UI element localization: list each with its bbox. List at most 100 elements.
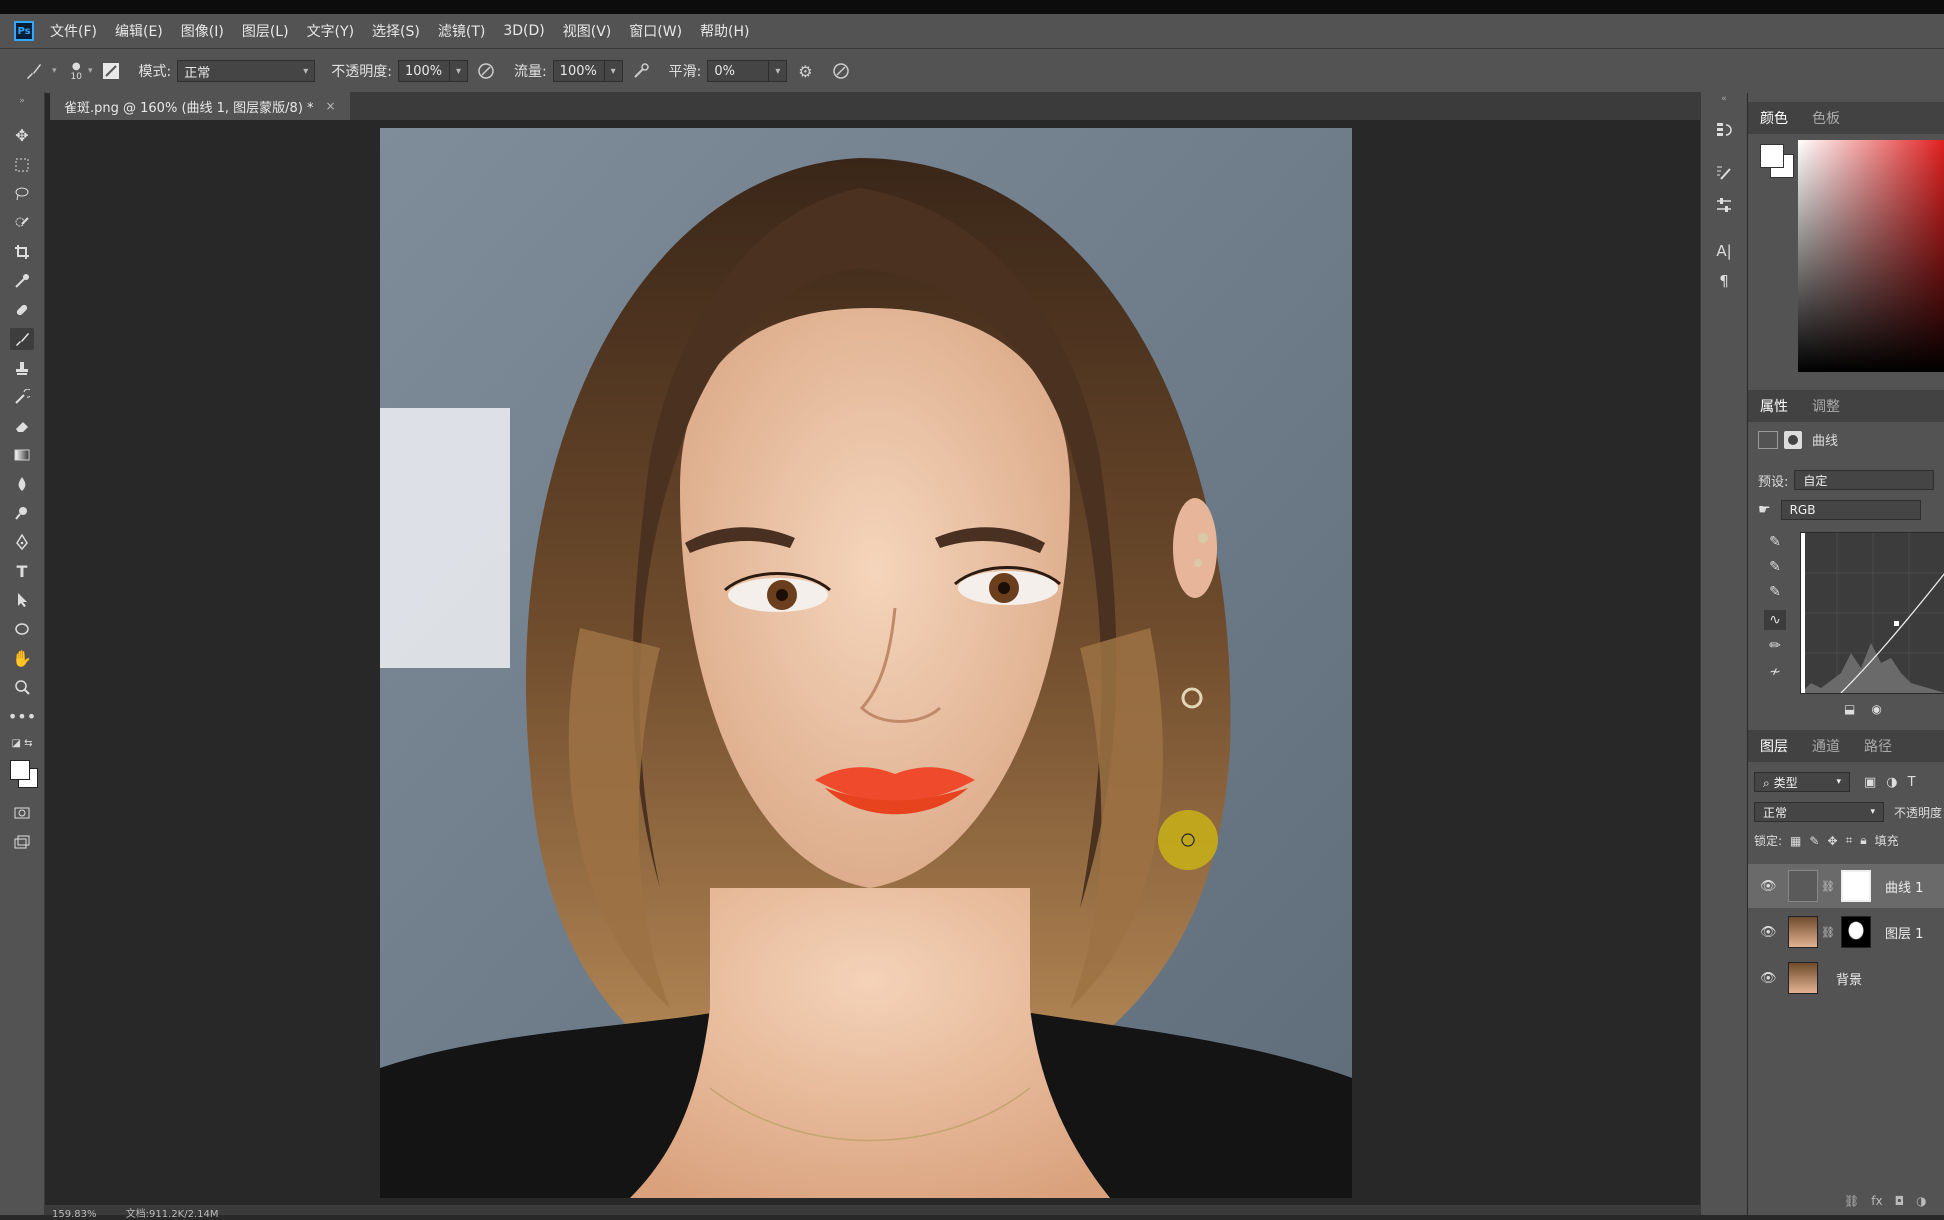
smooth-curve-icon[interactable]: ≁ bbox=[1764, 662, 1786, 682]
dodge-tool-icon[interactable] bbox=[10, 502, 34, 524]
layer-row-background[interactable]: 👁︎ 背景 bbox=[1748, 956, 1944, 1000]
collapse-icon[interactable]: » bbox=[10, 96, 34, 106]
filter-type-icon[interactable]: T bbox=[1908, 775, 1916, 790]
black-point-eyedropper-icon[interactable]: ✎ bbox=[1764, 532, 1786, 552]
healing-brush-tool-icon[interactable] bbox=[10, 299, 34, 321]
blur-tool-icon[interactable] bbox=[10, 473, 34, 495]
pressure-opacity-icon[interactable] bbox=[474, 59, 498, 83]
character-panel-icon[interactable]: A| bbox=[1711, 238, 1737, 264]
menu-file[interactable]: 文件(F) bbox=[50, 21, 97, 41]
brush-panel-icon[interactable] bbox=[99, 59, 123, 83]
lock-position-icon[interactable]: ✥ bbox=[1827, 834, 1837, 848]
preset-select[interactable]: 自定 bbox=[1794, 470, 1935, 490]
tab-adjustments[interactable]: 调整 bbox=[1800, 396, 1852, 416]
menu-window[interactable]: 窗口(W) bbox=[629, 21, 682, 41]
smoothing-input[interactable]: 0% bbox=[707, 60, 770, 82]
filter-adjustment-icon[interactable]: ◑ bbox=[1886, 775, 1897, 790]
menu-layer[interactable]: 图层(L) bbox=[242, 21, 289, 41]
gradient-tool-icon[interactable] bbox=[10, 444, 34, 466]
menu-view[interactable]: 视图(V) bbox=[563, 21, 612, 41]
brush-preset-picker[interactable]: ● 10 bbox=[71, 61, 82, 82]
new-adjustment-icon[interactable]: ◑ bbox=[1916, 1194, 1926, 1208]
curves-graph[interactable] bbox=[1800, 532, 1944, 694]
color-picker-field[interactable] bbox=[1798, 140, 1944, 372]
opacity-dropdown[interactable]: ▾ bbox=[449, 60, 468, 82]
gray-point-eyedropper-icon[interactable]: ✎ bbox=[1764, 557, 1786, 577]
clone-stamp-tool-icon[interactable] bbox=[10, 357, 34, 379]
history-brush-tool-icon[interactable] bbox=[10, 386, 34, 408]
quick-mask-icon[interactable] bbox=[10, 802, 34, 824]
target-adjust-hand-icon[interactable]: ☛ bbox=[1758, 502, 1771, 518]
zoom-tool-icon[interactable] bbox=[10, 676, 34, 698]
history-icon[interactable] bbox=[1711, 116, 1737, 142]
type-tool-icon[interactable]: T bbox=[10, 560, 34, 582]
tab-layers[interactable]: 图层 bbox=[1748, 736, 1800, 756]
clip-to-layer-icon[interactable]: ⬓ bbox=[1844, 702, 1855, 716]
link-icon[interactable]: ⛓︎ bbox=[1821, 926, 1835, 939]
pencil-draw-icon[interactable]: ✏ bbox=[1764, 636, 1786, 656]
mode-select[interactable]: 正常 ▾ bbox=[177, 60, 316, 82]
gear-icon[interactable]: ⚙ bbox=[793, 59, 817, 83]
tab-paths[interactable]: 路径 bbox=[1852, 736, 1904, 756]
eraser-tool-icon[interactable] bbox=[10, 415, 34, 437]
document-tab[interactable]: 雀斑.png @ 160% (曲线 1, 图层蒙版/8) * × bbox=[50, 92, 350, 120]
filter-pixel-icon[interactable]: ▣ bbox=[1864, 775, 1876, 790]
menu-3d[interactable]: 3D(D) bbox=[503, 23, 544, 39]
menu-help[interactable]: 帮助(H) bbox=[700, 21, 749, 41]
flow-dropdown[interactable]: ▾ bbox=[604, 60, 623, 82]
document-canvas-image[interactable]: OLB bbox=[380, 128, 1352, 1198]
lock-all-icon[interactable]: 🔒︎ bbox=[1860, 833, 1866, 848]
menu-filter[interactable]: 滤镜(T) bbox=[438, 21, 485, 41]
hand-tool-icon[interactable]: ✋ bbox=[10, 647, 34, 669]
layer-mask-thumbnail[interactable] bbox=[1841, 916, 1871, 948]
layer-kind-filter[interactable]: ⌕ 类型 ▾ bbox=[1754, 772, 1850, 792]
layer-name[interactable]: 背景 bbox=[1836, 969, 1862, 988]
layer-name[interactable]: 曲线 1 bbox=[1885, 877, 1923, 896]
link-layers-icon[interactable]: ⛓︎ bbox=[1844, 1194, 1859, 1208]
paragraph-panel-icon[interactable]: ¶ bbox=[1711, 268, 1737, 294]
path-select-tool-icon[interactable] bbox=[10, 589, 34, 611]
white-point-eyedropper-icon[interactable]: ✎ bbox=[1764, 582, 1786, 602]
layer-row-curves[interactable]: 👁︎ ⛓︎ 曲线 1 bbox=[1748, 864, 1944, 908]
layer-name[interactable]: 图层 1 bbox=[1885, 923, 1923, 942]
pressure-size-icon[interactable] bbox=[829, 59, 853, 83]
layer-mask-thumbnail[interactable] bbox=[1841, 870, 1871, 902]
tab-properties[interactable]: 属性 bbox=[1748, 396, 1800, 416]
brush-settings-icon[interactable] bbox=[1711, 160, 1737, 186]
opacity-input[interactable]: 100% bbox=[397, 60, 450, 82]
mask-icon[interactable] bbox=[1784, 430, 1802, 449]
flow-input[interactable]: 100% bbox=[552, 60, 605, 82]
quick-select-tool-icon[interactable] bbox=[10, 212, 34, 234]
link-icon[interactable]: ⛓︎ bbox=[1821, 880, 1835, 893]
lasso-tool-icon[interactable] bbox=[10, 183, 34, 205]
menu-edit[interactable]: 编辑(E) bbox=[115, 21, 163, 41]
visibility-icon[interactable]: ◉ bbox=[1871, 702, 1881, 716]
layer-row-layer1[interactable]: 👁︎ ⛓︎ 图层 1 bbox=[1748, 910, 1944, 954]
airbrush-icon[interactable] bbox=[629, 59, 653, 83]
blend-mode-select[interactable]: 正常 ▾ bbox=[1754, 802, 1884, 822]
eye-icon[interactable]: 👁︎ bbox=[1760, 925, 1780, 940]
foreground-color-swatch[interactable] bbox=[10, 760, 30, 780]
menu-type[interactable]: 文字(Y) bbox=[307, 21, 354, 41]
swap-colors-icon[interactable]: ◪ ⇆ bbox=[10, 732, 34, 754]
eyedropper-tool-icon[interactable] bbox=[10, 270, 34, 292]
marquee-tool-icon[interactable] bbox=[10, 154, 34, 176]
more-tools-icon[interactable]: ••• bbox=[8, 705, 36, 727]
expand-panels-icon[interactable]: « bbox=[1711, 86, 1737, 112]
tab-color[interactable]: 颜色 bbox=[1748, 108, 1800, 128]
brush-tool-icon[interactable] bbox=[10, 328, 34, 350]
fx-icon[interactable]: fx bbox=[1871, 1194, 1882, 1208]
lock-transparency-icon[interactable]: ▦ bbox=[1790, 834, 1801, 848]
brush-tool-icon[interactable] bbox=[22, 59, 46, 83]
channel-select[interactable]: RGB bbox=[1780, 500, 1921, 520]
eye-icon[interactable]: 👁︎ bbox=[1760, 971, 1780, 986]
color-panel-foreground-swatch[interactable] bbox=[1760, 144, 1784, 168]
move-tool-icon[interactable]: ✥ bbox=[10, 124, 34, 146]
curve-edit-icon[interactable]: ∿ bbox=[1764, 610, 1786, 630]
menu-select[interactable]: 选择(S) bbox=[372, 21, 420, 41]
ellipse-tool-icon[interactable] bbox=[10, 618, 34, 640]
screen-mode-icon[interactable] bbox=[10, 832, 34, 854]
close-icon[interactable]: × bbox=[326, 99, 336, 113]
curves-adjustment-icon[interactable] bbox=[1758, 430, 1778, 449]
smoothing-dropdown[interactable]: ▾ bbox=[769, 60, 788, 82]
